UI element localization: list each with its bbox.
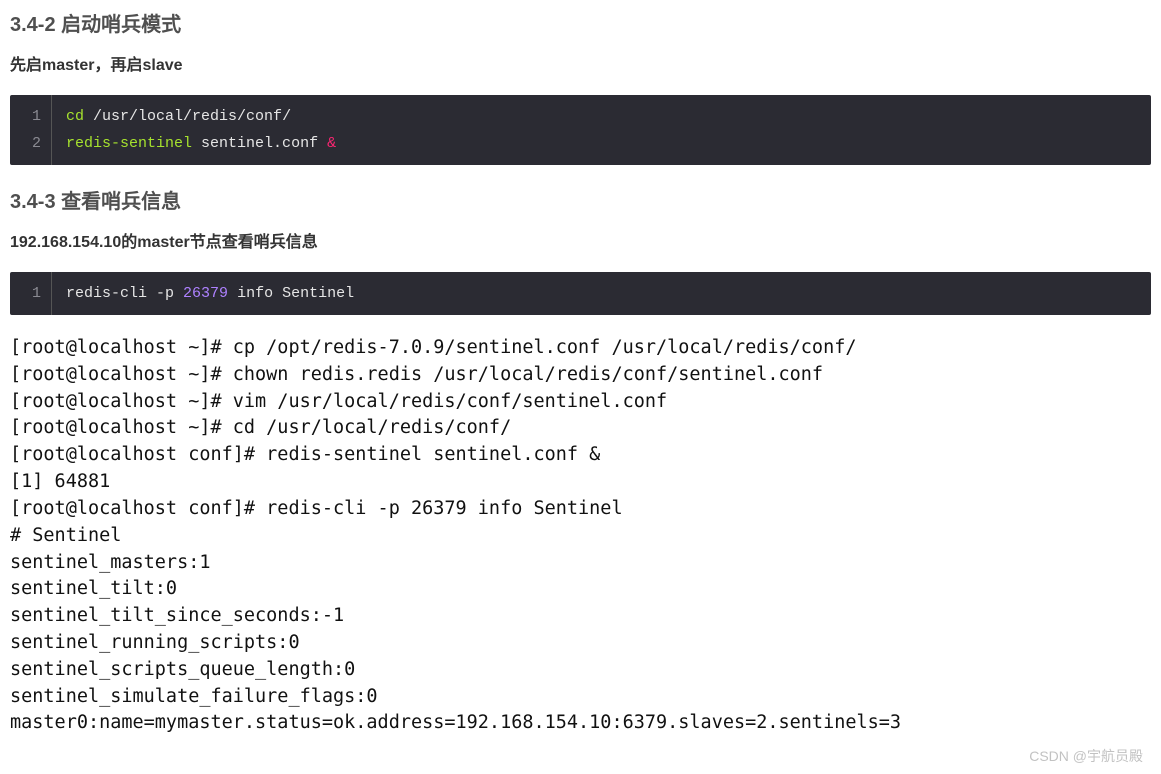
terminal-line: sentinel_simulate_failure_flags:0 [10,684,1151,711]
code1-gutter: 1 2 [10,95,52,165]
terminal-line: [root@localhost ~]# cd /usr/local/redis/… [10,415,1151,442]
codeblock-1: 1 2 cd /usr/local/redis/conf/ redis-sent… [10,95,1151,165]
code2-gutter: 1 [10,272,52,315]
terminal-line: sentinel_masters:1 [10,550,1151,577]
token-text: info Sentinel [228,285,354,302]
lineno: 2 [32,130,41,157]
watermark: CSDN @宇航员殿 [1029,746,1143,766]
terminal-line: sentinel_tilt_since_seconds:-1 [10,603,1151,630]
token-cmd: cd [66,108,84,125]
token-text: redis-cli -p [66,285,183,302]
token-arg: /usr/local/redis/conf/ [84,108,291,125]
terminal-line: [root@localhost ~]# cp /opt/redis-7.0.9/… [10,335,1151,362]
code-line: cd /usr/local/redis/conf/ [66,103,1137,130]
terminal-line: sentinel_running_scripts:0 [10,630,1151,657]
terminal-line: [1] 64881 [10,469,1151,496]
terminal-line: sentinel_scripts_queue_length:0 [10,657,1151,684]
terminal-line: # Sentinel [10,523,1151,550]
code-line: redis-sentinel sentinel.conf & [66,130,1137,157]
token-cmd: redis-sentinel [66,135,192,152]
codeblock-2: 1 redis-cli -p 26379 info Sentinel [10,272,1151,315]
token-arg: sentinel.conf [192,135,327,152]
terminal-line: [root@localhost ~]# vim /usr/local/redis… [10,389,1151,416]
code1-lines[interactable]: cd /usr/local/redis/conf/ redis-sentinel… [52,95,1151,165]
terminal-output: [root@localhost ~]# cp /opt/redis-7.0.9/… [10,335,1151,737]
para-343: 192.168.154.10的master节点查看哨兵信息 [10,228,1151,252]
terminal-line: master0:name=mymaster.status=ok.address=… [10,710,1151,737]
lineno: 1 [32,103,41,130]
para-342: 先启master，再启slave [10,51,1151,75]
token-num: 26379 [183,285,228,302]
lineno: 1 [32,280,41,307]
terminal-line: [root@localhost conf]# redis-cli -p 2637… [10,496,1151,523]
heading-342: 3.4-2 启动哨兵模式 [10,8,1151,37]
token-op: & [327,135,336,152]
terminal-line: sentinel_tilt:0 [10,576,1151,603]
heading-343: 3.4-3 查看哨兵信息 [10,185,1151,214]
code2-lines[interactable]: redis-cli -p 26379 info Sentinel [52,272,1151,315]
code-line: redis-cli -p 26379 info Sentinel [66,280,1137,307]
terminal-line: [root@localhost ~]# chown redis.redis /u… [10,362,1151,389]
terminal-line: [root@localhost conf]# redis-sentinel se… [10,442,1151,469]
